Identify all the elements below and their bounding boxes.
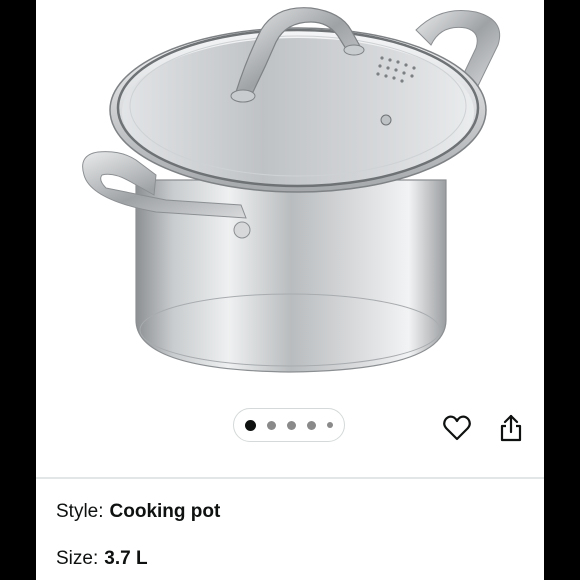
carousel-dot-5[interactable] <box>327 422 333 428</box>
size-row: Size: 3.7 L <box>56 548 148 570</box>
share-icon <box>500 414 522 442</box>
product-image[interactable] <box>36 0 544 395</box>
carousel-dot-2[interactable] <box>267 420 276 430</box>
carousel-dot-3[interactable] <box>287 420 296 430</box>
section-divider <box>36 477 544 479</box>
carousel-dot-4[interactable] <box>307 420 316 430</box>
style-label: Style: <box>56 501 104 522</box>
heart-outline-icon <box>443 415 471 441</box>
favorite-button[interactable] <box>442 413 472 443</box>
size-label: Size: <box>56 548 99 569</box>
share-button[interactable] <box>496 413 526 443</box>
style-value: Cooking pot <box>109 501 221 522</box>
image-carousel-indicator[interactable] <box>233 408 345 442</box>
size-value: 3.7 L <box>104 548 148 569</box>
style-row: Style: Cooking pot <box>56 501 220 523</box>
carousel-dot-1[interactable] <box>245 419 256 431</box>
product-detail-screen: Style: Cooking pot Size: 3.7 L <box>36 0 544 580</box>
